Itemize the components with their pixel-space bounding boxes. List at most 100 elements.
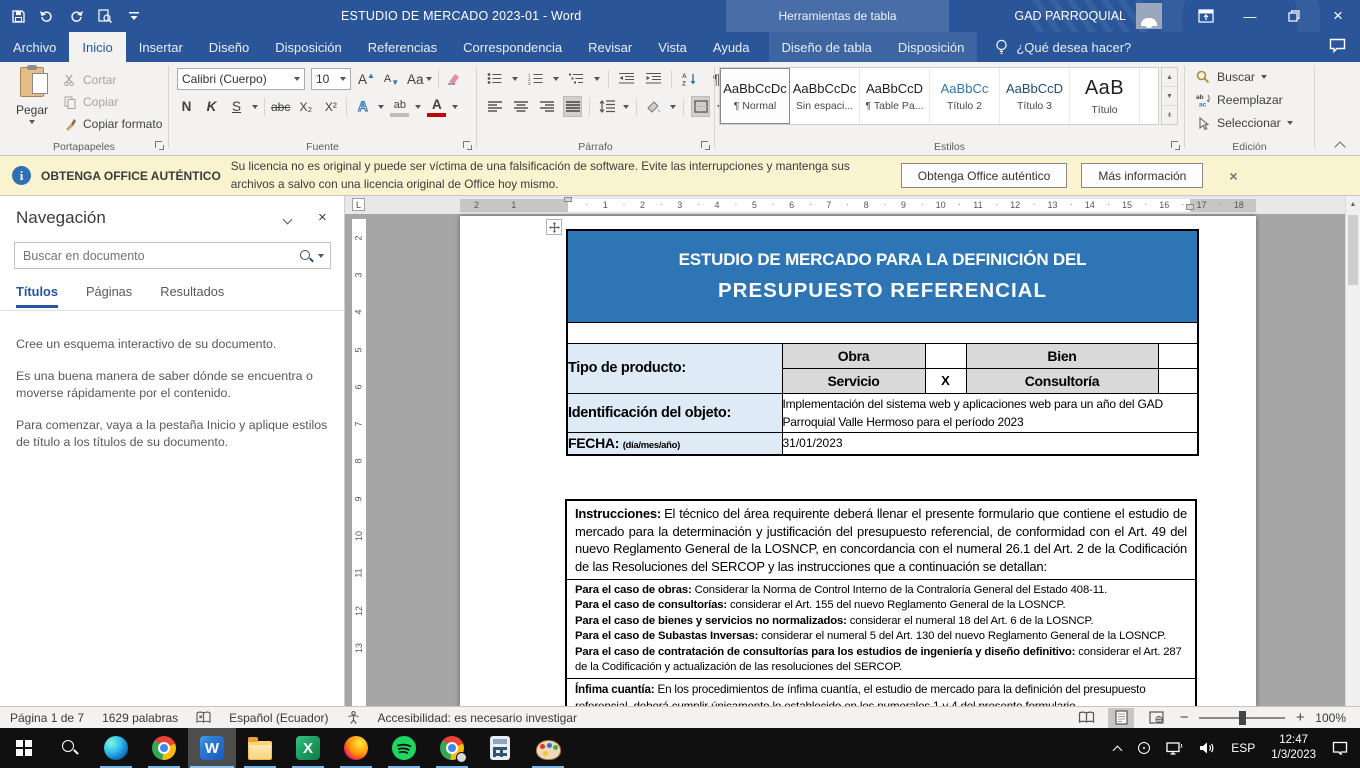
align-left-button[interactable]: [485, 96, 504, 117]
cell-consultoria-mark[interactable]: [1158, 368, 1198, 393]
line-spacing-button[interactable]: [597, 96, 616, 117]
find-button[interactable]: Buscar: [1195, 70, 1267, 84]
paragraph-dialog-launcher[interactable]: [701, 141, 711, 151]
undo-icon[interactable]: [39, 8, 55, 24]
tab-insertar[interactable]: Insertar: [126, 32, 196, 62]
font-family-combo[interactable]: Calibri (Cuerpo): [177, 68, 305, 90]
zoom-slider-thumb[interactable]: [1239, 711, 1246, 725]
save-icon[interactable]: [10, 8, 26, 24]
word-count[interactable]: 1629 palabras: [102, 711, 178, 725]
sort-button[interactable]: AZ: [680, 68, 699, 89]
hidden-icons-chevron[interactable]: [1113, 744, 1122, 753]
document-title-banner[interactable]: ESTUDIO DE MERCADO PARA LA DEFINICIÓN DE…: [567, 230, 1198, 322]
tab-diseno[interactable]: Diseño: [196, 32, 262, 62]
superscript-button[interactable]: X²: [321, 96, 340, 117]
shrink-font-button[interactable]: A▼: [382, 69, 401, 90]
page-indicator[interactable]: Página 1 de 7: [10, 711, 84, 725]
style-card[interactable]: AaBbCcDc Sin espaci...: [790, 68, 860, 124]
underline-dropdown-icon[interactable]: [252, 105, 258, 109]
restore-button[interactable]: [1272, 0, 1316, 32]
nav-pane-options-icon[interactable]: [284, 216, 293, 222]
format-painter-button[interactable]: Copiar formato: [62, 114, 162, 134]
strikethrough-button[interactable]: abc: [271, 96, 290, 117]
instruction-case[interactable]: Para el caso de bienes y servicios no no…: [575, 614, 1187, 629]
learn-more-button[interactable]: Más información: [1081, 163, 1203, 188]
font-dialog-launcher[interactable]: [463, 141, 473, 151]
zoom-out-button[interactable]: −: [1178, 709, 1190, 726]
instructions-notes[interactable]: Ínfima cuantía:En los procedimientos de …: [567, 678, 1195, 707]
taskbar-word[interactable]: W: [188, 728, 236, 768]
search-icon[interactable]: [298, 248, 314, 264]
cut-button[interactable]: Cortar: [62, 70, 116, 90]
search-dropdown-icon[interactable]: [318, 254, 324, 258]
tab-inicio[interactable]: Inicio: [69, 32, 125, 62]
print-layout-button[interactable]: [1108, 708, 1134, 728]
taskbar-edge[interactable]: [92, 728, 140, 768]
text-effects-dropdown-icon[interactable]: [378, 105, 384, 109]
volume-icon[interactable]: [1199, 741, 1215, 755]
cell-consultoria[interactable]: Consultoría: [966, 368, 1158, 393]
table-move-handle[interactable]: [546, 219, 562, 235]
spacer-row[interactable]: [567, 322, 1198, 343]
grow-font-button[interactable]: A▲: [357, 69, 376, 90]
styles-dialog-launcher[interactable]: [1171, 141, 1181, 151]
styles-scroll-up-icon[interactable]: ▲: [1162, 68, 1177, 87]
instructions-intro[interactable]: Instrucciones:El técnico del área requir…: [567, 501, 1195, 579]
tab-archivo[interactable]: Archivo: [0, 32, 69, 62]
indent-marker-left[interactable]: [564, 197, 572, 202]
underline-button[interactable]: S: [227, 96, 246, 117]
highlight-button[interactable]: ab: [390, 96, 409, 117]
borders-button[interactable]: [691, 96, 710, 117]
bold-button[interactable]: N: [177, 96, 196, 117]
tab-disposicion-tabla[interactable]: Disposición: [885, 32, 977, 62]
avatar[interactable]: [1136, 3, 1162, 29]
increase-indent-button[interactable]: [644, 68, 663, 89]
multilevel-list-button[interactable]: [567, 68, 586, 89]
tab-correspondencia[interactable]: Correspondencia: [450, 32, 575, 62]
tab-revisar[interactable]: Revisar: [575, 32, 645, 62]
cell-obra-mark[interactable]: [925, 343, 966, 368]
style-card[interactable]: AaBbCc Título 2: [930, 68, 1000, 124]
styles-scroll-down-icon[interactable]: ▼: [1162, 87, 1177, 106]
identificacion-value[interactable]: Implementación del sistema web y aplicac…: [782, 393, 1198, 432]
network-icon[interactable]: [1166, 742, 1183, 755]
proofing-icon[interactable]: [196, 711, 211, 724]
redo-icon[interactable]: [68, 8, 84, 24]
shading-dropdown-icon[interactable]: [670, 105, 676, 109]
language-indicator[interactable]: Español (Ecuador): [229, 711, 328, 725]
copy-button[interactable]: Copiar: [62, 92, 118, 112]
shading-button[interactable]: [644, 96, 663, 117]
tab-selector[interactable]: L: [352, 198, 365, 211]
instruction-case[interactable]: Para el caso de Subastas Inversas:consid…: [575, 629, 1187, 644]
nav-tab-paginas[interactable]: Páginas: [86, 284, 132, 308]
cell-servicio[interactable]: Servicio: [782, 368, 925, 393]
close-button[interactable]: ×: [1316, 0, 1360, 32]
numbering-dropdown-icon[interactable]: [553, 77, 559, 81]
horizontal-ruler[interactable]: 123456789101112131415161718: [568, 199, 1239, 212]
start-button[interactable]: [0, 728, 48, 768]
taskbar-spotify[interactable]: [380, 728, 428, 768]
style-card[interactable]: AaB Título: [1070, 68, 1140, 124]
ribbon-display-options-icon[interactable]: [1184, 0, 1228, 32]
instruction-note[interactable]: Ínfima cuantía:En los procedimientos de …: [575, 682, 1187, 707]
taskbar-firefox[interactable]: [332, 728, 380, 768]
subscript-button[interactable]: X₂: [296, 96, 315, 117]
accessibility-icon[interactable]: [347, 711, 360, 724]
scrollbar-thumb[interactable]: [1348, 215, 1358, 285]
font-color-button[interactable]: A: [427, 96, 446, 117]
read-mode-button[interactable]: [1073, 708, 1099, 728]
instruction-case[interactable]: Para el caso de consultorías:considerar …: [575, 598, 1187, 613]
language-tray-indicator[interactable]: ESP: [1231, 741, 1255, 755]
tell-me-box[interactable]: ¿Qué desea hacer?: [995, 32, 1131, 62]
decrease-indent-button[interactable]: [617, 68, 636, 89]
fecha-label[interactable]: FECHA: (día/mes/año): [567, 432, 782, 455]
numbering-button[interactable]: 123: [526, 68, 545, 89]
multilevel-dropdown-icon[interactable]: [594, 77, 600, 81]
cell-obra[interactable]: Obra: [782, 343, 925, 368]
print-preview-icon[interactable]: [97, 8, 113, 24]
zoom-slider[interactable]: [1199, 717, 1285, 719]
replace-button[interactable]: abac Reemplazar: [1195, 93, 1283, 107]
scroll-up-icon[interactable]: ▲: [1346, 196, 1360, 213]
indent-marker-right[interactable]: [1186, 204, 1194, 210]
taskbar-excel[interactable]: X: [284, 728, 332, 768]
